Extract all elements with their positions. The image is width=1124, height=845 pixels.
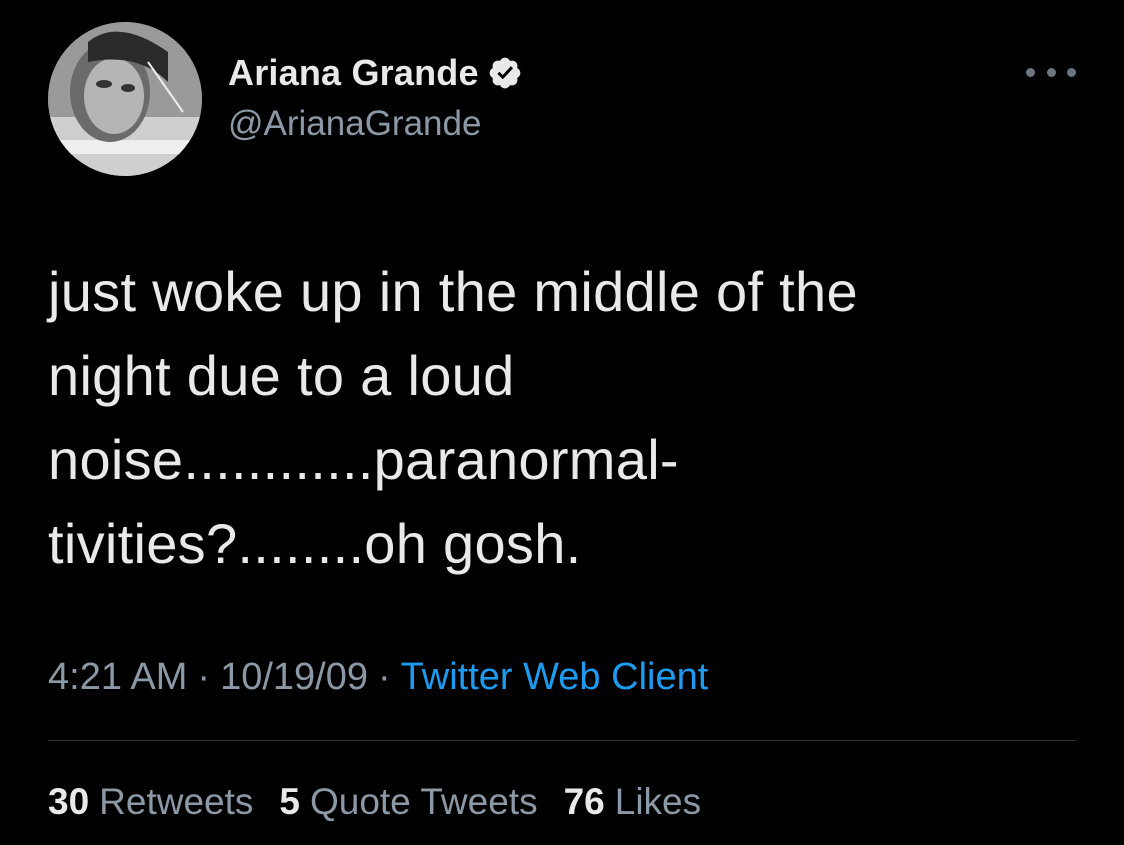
likes-label: Likes [614, 781, 702, 822]
avatar-photo [48, 22, 202, 176]
more-dot [1067, 67, 1076, 77]
author-display-name[interactable]: Ariana Grande [228, 52, 479, 94]
retweets-stat[interactable]: 30 Retweets [48, 780, 253, 824]
likes-count: 76 [563, 781, 605, 822]
tweet-stats: 30 Retweets 5 Quote Tweets 76 Likes [48, 780, 727, 824]
tweet-source-link[interactable]: Twitter Web Client [401, 656, 709, 698]
retweets-label: Retweets [99, 781, 254, 822]
author-name-row: Ariana Grande [228, 50, 523, 96]
avatar[interactable] [48, 22, 202, 176]
retweets-count: 30 [48, 781, 90, 822]
quote-tweets-stat[interactable]: 5 Quote Tweets [279, 780, 537, 824]
likes-stat[interactable]: 76 Likes [564, 780, 702, 824]
meta-separator: · [197, 656, 211, 698]
divider [48, 740, 1076, 741]
verified-badge-icon [487, 55, 523, 91]
tweet-time[interactable]: 4:21 AM [48, 656, 187, 698]
author-handle[interactable]: @ArianaGrande [228, 104, 481, 144]
tweet-card: Ariana Grande @ArianaGrande just woke up… [0, 0, 1124, 845]
quote-tweets-count: 5 [279, 781, 300, 822]
tweet-text: just woke up in the middle of the night … [48, 260, 858, 575]
more-options-icon[interactable] [1026, 60, 1076, 84]
tweet-meta: 4:21 AM · 10/19/09 · Twitter Web Client [48, 654, 708, 700]
tweet-date[interactable]: 10/19/09 [220, 656, 368, 698]
more-dot [1026, 67, 1035, 77]
meta-separator: · [378, 656, 391, 698]
quote-tweets-label: Quote Tweets [309, 781, 538, 822]
more-dot [1046, 67, 1056, 77]
